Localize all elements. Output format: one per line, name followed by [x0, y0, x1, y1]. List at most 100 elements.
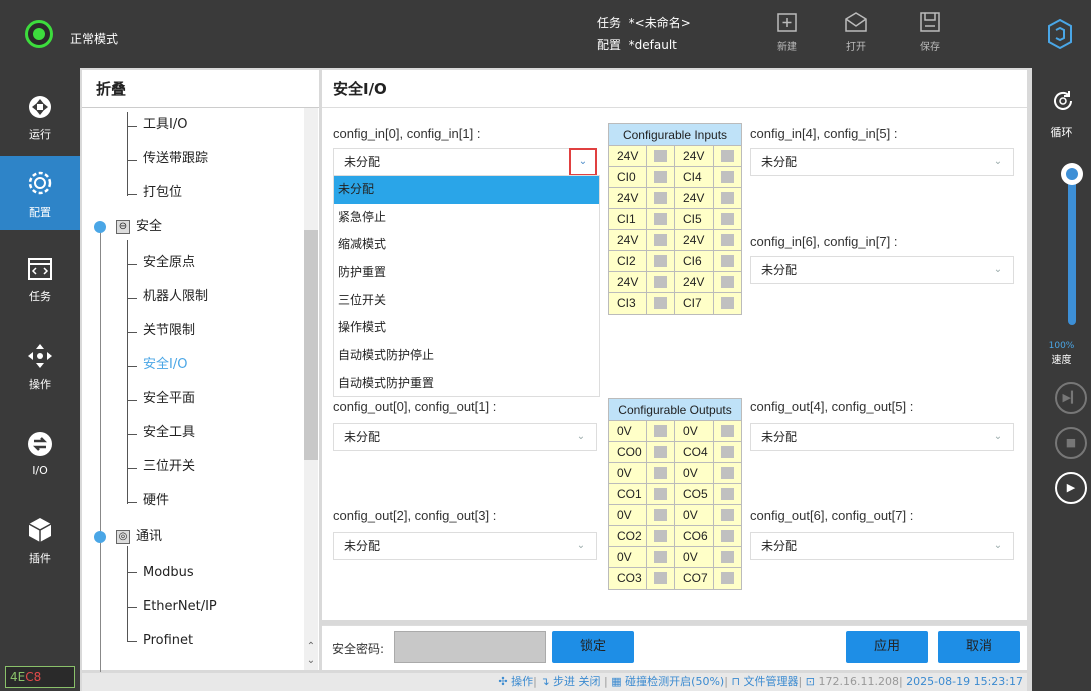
- play-button[interactable]: ▶: [1055, 472, 1087, 504]
- version-badge: 4EC8: [5, 666, 75, 688]
- config-out-23-select[interactable]: 未分配 ⌄: [333, 532, 597, 560]
- status-bar: ✣ 操作| ↴ 步进 关闭 | ▦ 碰撞检测开启(50%)| ⊓ 文件管理器| …: [82, 673, 1027, 691]
- tree-item-safety-tool[interactable]: 安全工具: [143, 423, 195, 443]
- tree-item-profinet[interactable]: Profinet: [143, 631, 193, 651]
- mode-label: 正常模式: [70, 32, 119, 46]
- chevron-down-icon[interactable]: ⌄: [572, 424, 590, 450]
- tree-item-safety[interactable]: 安全: [136, 217, 162, 237]
- dropdown-option[interactable]: 紧急停止: [334, 204, 599, 232]
- task-info: 任务 *<未命名> 配置 *default: [597, 12, 691, 56]
- new-label: 新建: [777, 42, 797, 53]
- page-title: 安全I/O: [322, 70, 1027, 108]
- open-button[interactable]: 打开: [836, 10, 876, 53]
- table-row: 24V 24V: [609, 188, 741, 209]
- plugin-box-icon: [28, 518, 52, 542]
- nav-config[interactable]: 配置: [0, 156, 80, 230]
- tree-scroll-thumb[interactable]: [304, 230, 318, 460]
- nav-io-label: I/O: [32, 464, 48, 477]
- step-status[interactable]: 步进 关闭: [553, 675, 601, 688]
- dropdown-option[interactable]: 自动模式防护停止: [334, 342, 599, 370]
- config-out-67-select[interactable]: 未分配 ⌄: [750, 532, 1014, 560]
- config-out-01-select[interactable]: 未分配 ⌄: [333, 423, 597, 451]
- config-in-67-select[interactable]: 未分配 ⌄: [750, 256, 1014, 284]
- nav-task[interactable]: 任务: [0, 244, 80, 318]
- config-out-45-select[interactable]: 未分配 ⌄: [750, 423, 1014, 451]
- chevron-down-icon[interactable]: ⌄: [989, 424, 1007, 450]
- nav-run-label: 运行: [29, 128, 51, 141]
- tree-item-conveyor[interactable]: 传送带跟踪: [143, 149, 208, 169]
- tree-item-tool-io[interactable]: 工具I/O: [143, 115, 187, 135]
- nav-io[interactable]: I/O: [0, 418, 80, 492]
- new-button[interactable]: 新建: [767, 10, 807, 53]
- dropdown-option[interactable]: 操作模式: [334, 314, 599, 342]
- step-icon: ↴: [540, 675, 550, 688]
- safety-expand-icon[interactable]: ⊖: [116, 220, 130, 234]
- tree-item-safety-home[interactable]: 安全原点: [143, 253, 195, 273]
- config-in-67-label: config_in[6], config_in[7] :: [750, 234, 898, 249]
- chevron-down-icon[interactable]: ⌄: [989, 257, 1007, 283]
- task-value: *<未命名>: [628, 16, 691, 30]
- table-row: 0V 0V: [609, 463, 741, 484]
- chevron-down-icon[interactable]: ⌄: [989, 149, 1007, 175]
- config-in-45-select[interactable]: 未分配 ⌄: [750, 148, 1014, 176]
- dropdown-option[interactable]: 三位开关: [334, 287, 599, 315]
- operate-status[interactable]: 操作: [511, 675, 533, 688]
- tree-scroll-arrows[interactable]: ⌃ ⌄: [304, 640, 318, 670]
- step-forward-button[interactable]: ▶▎: [1055, 382, 1087, 414]
- save-label: 保存: [920, 42, 940, 53]
- safety-group-dot-icon: [94, 221, 106, 233]
- table-row: 24V 24V: [609, 272, 741, 293]
- safety-password-input[interactable]: [394, 631, 546, 663]
- table-row: CO3 CO7: [609, 568, 741, 589]
- config-in-01-select[interactable]: 未分配 ⌄: [333, 148, 597, 176]
- tree-item-ethernetip[interactable]: EtherNet/IP: [143, 597, 217, 617]
- tree-item-hardware[interactable]: 硬件: [143, 491, 169, 511]
- nav-operate-label: 操作: [29, 378, 51, 391]
- table-row: CI3 CI7: [609, 293, 741, 314]
- chevron-down-icon[interactable]: ⌄: [569, 148, 597, 176]
- chevron-down-icon[interactable]: ⌄: [572, 533, 590, 559]
- tree-item-safety-io[interactable]: 安全I/O: [143, 355, 187, 375]
- operate-move-icon: [28, 344, 52, 368]
- outputs-table-title: Configurable Outputs: [609, 399, 741, 421]
- loop-label[interactable]: 循环: [1032, 124, 1091, 140]
- config-gear-icon: [28, 171, 52, 195]
- lock-button[interactable]: 锁定: [552, 631, 634, 663]
- save-button[interactable]: 保存: [910, 10, 950, 53]
- chevron-down-icon[interactable]: ⌄: [989, 533, 1007, 559]
- tree-item-joint-limits[interactable]: 关节限制: [143, 321, 195, 341]
- speed-slider-track[interactable]: [1068, 175, 1076, 325]
- tree-item-pallet[interactable]: 打包位: [143, 183, 182, 203]
- stop-button[interactable]: ■: [1055, 427, 1087, 459]
- tree-item-robot-limits[interactable]: 机器人限制: [143, 287, 208, 307]
- collision-status[interactable]: 碰撞检测开启(50%): [625, 675, 724, 688]
- tree-item-comm[interactable]: 通讯: [136, 527, 162, 547]
- cancel-button[interactable]: 取消: [938, 631, 1020, 663]
- file-manager-link[interactable]: 文件管理器: [744, 675, 799, 688]
- config-in-45-label: config_in[4], config_in[5] :: [750, 126, 898, 141]
- tree-item-three-pos[interactable]: 三位开关: [143, 457, 195, 477]
- dropdown-option[interactable]: 未分配: [334, 176, 599, 204]
- config-out-01-label: config_out[0], config_out[1] :: [333, 399, 497, 414]
- table-row: 0V 0V: [609, 421, 741, 442]
- tree-item-safety-plane[interactable]: 安全平面: [143, 389, 195, 409]
- config-in-01-dropdown: 未分配 紧急停止 缩减模式 防护重置 三位开关 操作模式 自动模式防护停止 自动…: [333, 175, 600, 397]
- top-bar: 正常模式 任务 *<未命名> 配置 *default 新建 打开 保存: [0, 0, 1091, 68]
- apply-button[interactable]: 应用: [846, 631, 928, 663]
- ip-address: 172.16.11.208: [818, 675, 899, 688]
- config-value: *default: [628, 38, 677, 52]
- save-icon: [920, 12, 940, 32]
- inputs-table-title: Configurable Inputs: [609, 124, 741, 146]
- tree-item-modbus[interactable]: Modbus: [143, 563, 194, 583]
- nav-operate[interactable]: 操作: [0, 330, 80, 404]
- collapse-header[interactable]: 折叠: [82, 70, 319, 108]
- config-out-45-label: config_out[4], config_out[5] :: [750, 399, 914, 414]
- table-row: CO2 CO6: [609, 526, 741, 547]
- nav-plugin[interactable]: 插件: [0, 504, 80, 578]
- speed-slider-handle[interactable]: [1061, 163, 1083, 185]
- nav-run[interactable]: 运行: [0, 82, 80, 156]
- dropdown-option[interactable]: 缩减模式: [334, 231, 599, 259]
- dropdown-option[interactable]: 自动模式防护重置: [334, 370, 599, 398]
- dropdown-option[interactable]: 防护重置: [334, 259, 599, 287]
- comm-expand-icon[interactable]: ◎: [116, 530, 130, 544]
